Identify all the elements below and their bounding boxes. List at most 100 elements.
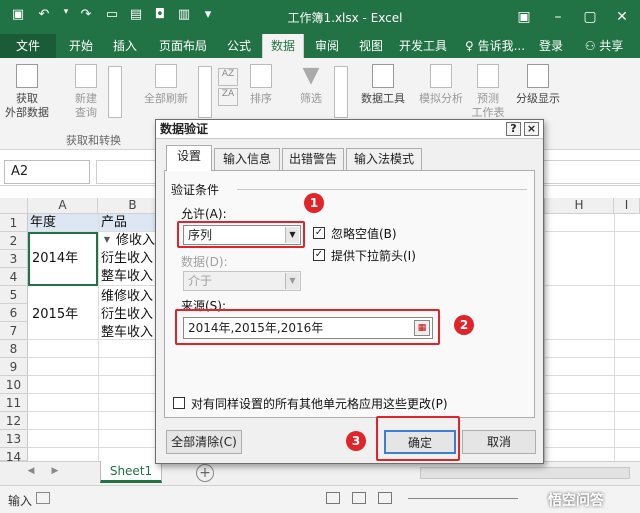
row-header[interactable]: 7: [0, 322, 28, 340]
open-file-icon[interactable]: ▤: [126, 7, 146, 25]
what-if-button[interactable]: 模拟分析: [414, 64, 468, 106]
tab-review[interactable]: 审阅: [306, 34, 348, 58]
refresh-all-button[interactable]: 全部刷新: [136, 64, 196, 106]
tab-settings[interactable]: 设置: [166, 145, 212, 171]
scroll-right-icon[interactable]: ▶: [48, 466, 62, 480]
cancel-button[interactable]: 取消: [462, 430, 536, 454]
cell-b5[interactable]: 维修收入: [101, 288, 157, 306]
row-header[interactable]: 6: [0, 304, 28, 322]
tab-error-alert[interactable]: 出错警告: [282, 148, 344, 170]
help-button[interactable]: ?: [506, 122, 521, 136]
zoom-slider[interactable]: [408, 498, 518, 499]
camera-icon[interactable]: ◘: [150, 7, 170, 25]
undo-icon[interactable]: ↶: [34, 7, 54, 25]
connections-icon[interactable]: [198, 66, 212, 118]
clear-all-button[interactable]: 全部清除(C): [166, 430, 242, 454]
print-icon[interactable]: ▥: [174, 7, 194, 25]
row-header[interactable]: 14: [0, 448, 28, 464]
undo-dropdown-icon[interactable]: ▾: [56, 7, 76, 25]
cell-a1[interactable]: 年度: [28, 214, 98, 231]
tell-me-label: 告诉我...: [477, 39, 526, 53]
tab-ime-mode[interactable]: 输入法模式: [346, 148, 422, 170]
tab-file[interactable]: 文件: [0, 34, 56, 58]
get-external-data-button[interactable]: 获取 外部数据: [4, 64, 50, 120]
tab-developer[interactable]: 开发工具: [394, 34, 452, 58]
ignore-blank-checkbox[interactable]: ✓: [313, 227, 325, 239]
new-query-button[interactable]: 新建 查询: [66, 64, 106, 120]
row-header[interactable]: 9: [0, 358, 28, 376]
row-header[interactable]: 1: [0, 214, 28, 232]
tab-formulas[interactable]: 公式: [218, 34, 260, 58]
minimize-button[interactable]: –: [544, 4, 572, 30]
cell-a-2015[interactable]: 2015年: [32, 306, 92, 324]
horizontal-scrollbar[interactable]: [420, 467, 630, 479]
customize-qat-icon[interactable]: ▾: [198, 7, 218, 25]
filter-button[interactable]: ▼ 筛选: [292, 64, 330, 106]
cell-b3[interactable]: 衍生收入: [101, 250, 157, 268]
tab-insert[interactable]: 插入: [104, 34, 146, 58]
apply-to-all-checkbox[interactable]: [173, 397, 185, 409]
forecast-sheet-button[interactable]: 预测 工作表: [468, 64, 508, 120]
dialog-title: 数据验证: [156, 120, 543, 139]
row-header[interactable]: 13: [0, 430, 28, 448]
tab-input-message[interactable]: 输入信息: [214, 148, 280, 170]
cell-b6[interactable]: 衍生收入: [101, 306, 157, 324]
outline-button[interactable]: 分级显示: [510, 64, 566, 106]
new-file-icon[interactable]: ▭: [102, 7, 122, 25]
data-tools-button[interactable]: 数据工具: [356, 64, 410, 106]
cell-b2[interactable]: 修收入: [116, 232, 156, 250]
show-queries-icon[interactable]: [108, 66, 122, 118]
annotation-box-2: [175, 309, 440, 345]
cell-b1[interactable]: 产品: [99, 214, 155, 231]
page-layout-view-icon[interactable]: [352, 492, 366, 504]
tab-home[interactable]: 开始: [60, 34, 102, 58]
macro-record-icon[interactable]: [36, 492, 50, 504]
redo-icon[interactable]: ↷: [76, 7, 96, 25]
tell-me-box[interactable]: ♀ 告诉我...: [460, 34, 530, 58]
add-sheet-icon[interactable]: +: [196, 464, 214, 482]
chevron-down-icon: ▼: [285, 273, 299, 289]
what-if-icon: [430, 64, 452, 88]
in-cell-dropdown-checkbox[interactable]: ✓: [313, 249, 325, 261]
ribbon-tabs: 文件 开始 插入 页面布局 公式 数据 审阅 视图 开发工具 ♀ 告诉我... …: [0, 34, 640, 58]
advanced-filter-icon[interactable]: [334, 66, 348, 118]
sign-in-link[interactable]: 登录: [534, 34, 568, 58]
sort-asc-icon[interactable]: AZ: [218, 68, 238, 86]
cell-b7[interactable]: 整车收入: [101, 324, 157, 342]
row-header[interactable]: 10: [0, 376, 28, 394]
name-box[interactable]: A2: [4, 160, 90, 184]
page-break-view-icon[interactable]: [378, 492, 392, 504]
tab-data[interactable]: 数据: [262, 34, 304, 58]
sheet-tab-sheet1[interactable]: Sheet1: [100, 461, 162, 483]
tab-view[interactable]: 视图: [350, 34, 392, 58]
maximize-button[interactable]: ▢: [576, 4, 604, 30]
save-icon[interactable]: ▣: [8, 7, 28, 25]
cell-a-2014[interactable]: 2014年: [32, 250, 92, 268]
row-header[interactable]: 12: [0, 412, 28, 430]
data-select[interactable]: 介于 ▼: [183, 271, 301, 291]
row-header[interactable]: 4: [0, 268, 28, 286]
close-dialog-button[interactable]: ×: [524, 122, 539, 136]
cell-b4[interactable]: 整车收入: [101, 268, 157, 286]
normal-view-icon[interactable]: [326, 492, 340, 504]
row-header[interactable]: 11: [0, 394, 28, 412]
refresh-all-label: 全部刷新: [144, 92, 188, 105]
window-title: 工作簿1.xlsx - Excel: [287, 11, 403, 25]
column-header-h[interactable]: H: [544, 198, 614, 214]
tab-page-layout[interactable]: 页面布局: [150, 34, 216, 58]
share-button[interactable]: ⚇ 共享: [572, 34, 636, 58]
select-all-corner[interactable]: [0, 198, 28, 214]
ribbon-display-icon[interactable]: ▣: [510, 4, 538, 30]
row-header[interactable]: 8: [0, 340, 28, 358]
row-header[interactable]: 5: [0, 286, 28, 304]
scroll-left-icon[interactable]: ◀: [24, 466, 38, 480]
column-header-a[interactable]: A: [28, 198, 98, 214]
sort-desc-icon[interactable]: ZA: [218, 88, 238, 106]
row-header[interactable]: 3: [0, 250, 28, 268]
outline-label: 分级显示: [516, 92, 560, 105]
close-window-button[interactable]: ✕: [608, 4, 636, 30]
dropdown-arrow-icon[interactable]: ▼: [101, 235, 113, 247]
sort-button[interactable]: 排序: [244, 64, 278, 106]
row-header[interactable]: 2: [0, 232, 28, 250]
column-header-i[interactable]: I: [614, 198, 640, 214]
